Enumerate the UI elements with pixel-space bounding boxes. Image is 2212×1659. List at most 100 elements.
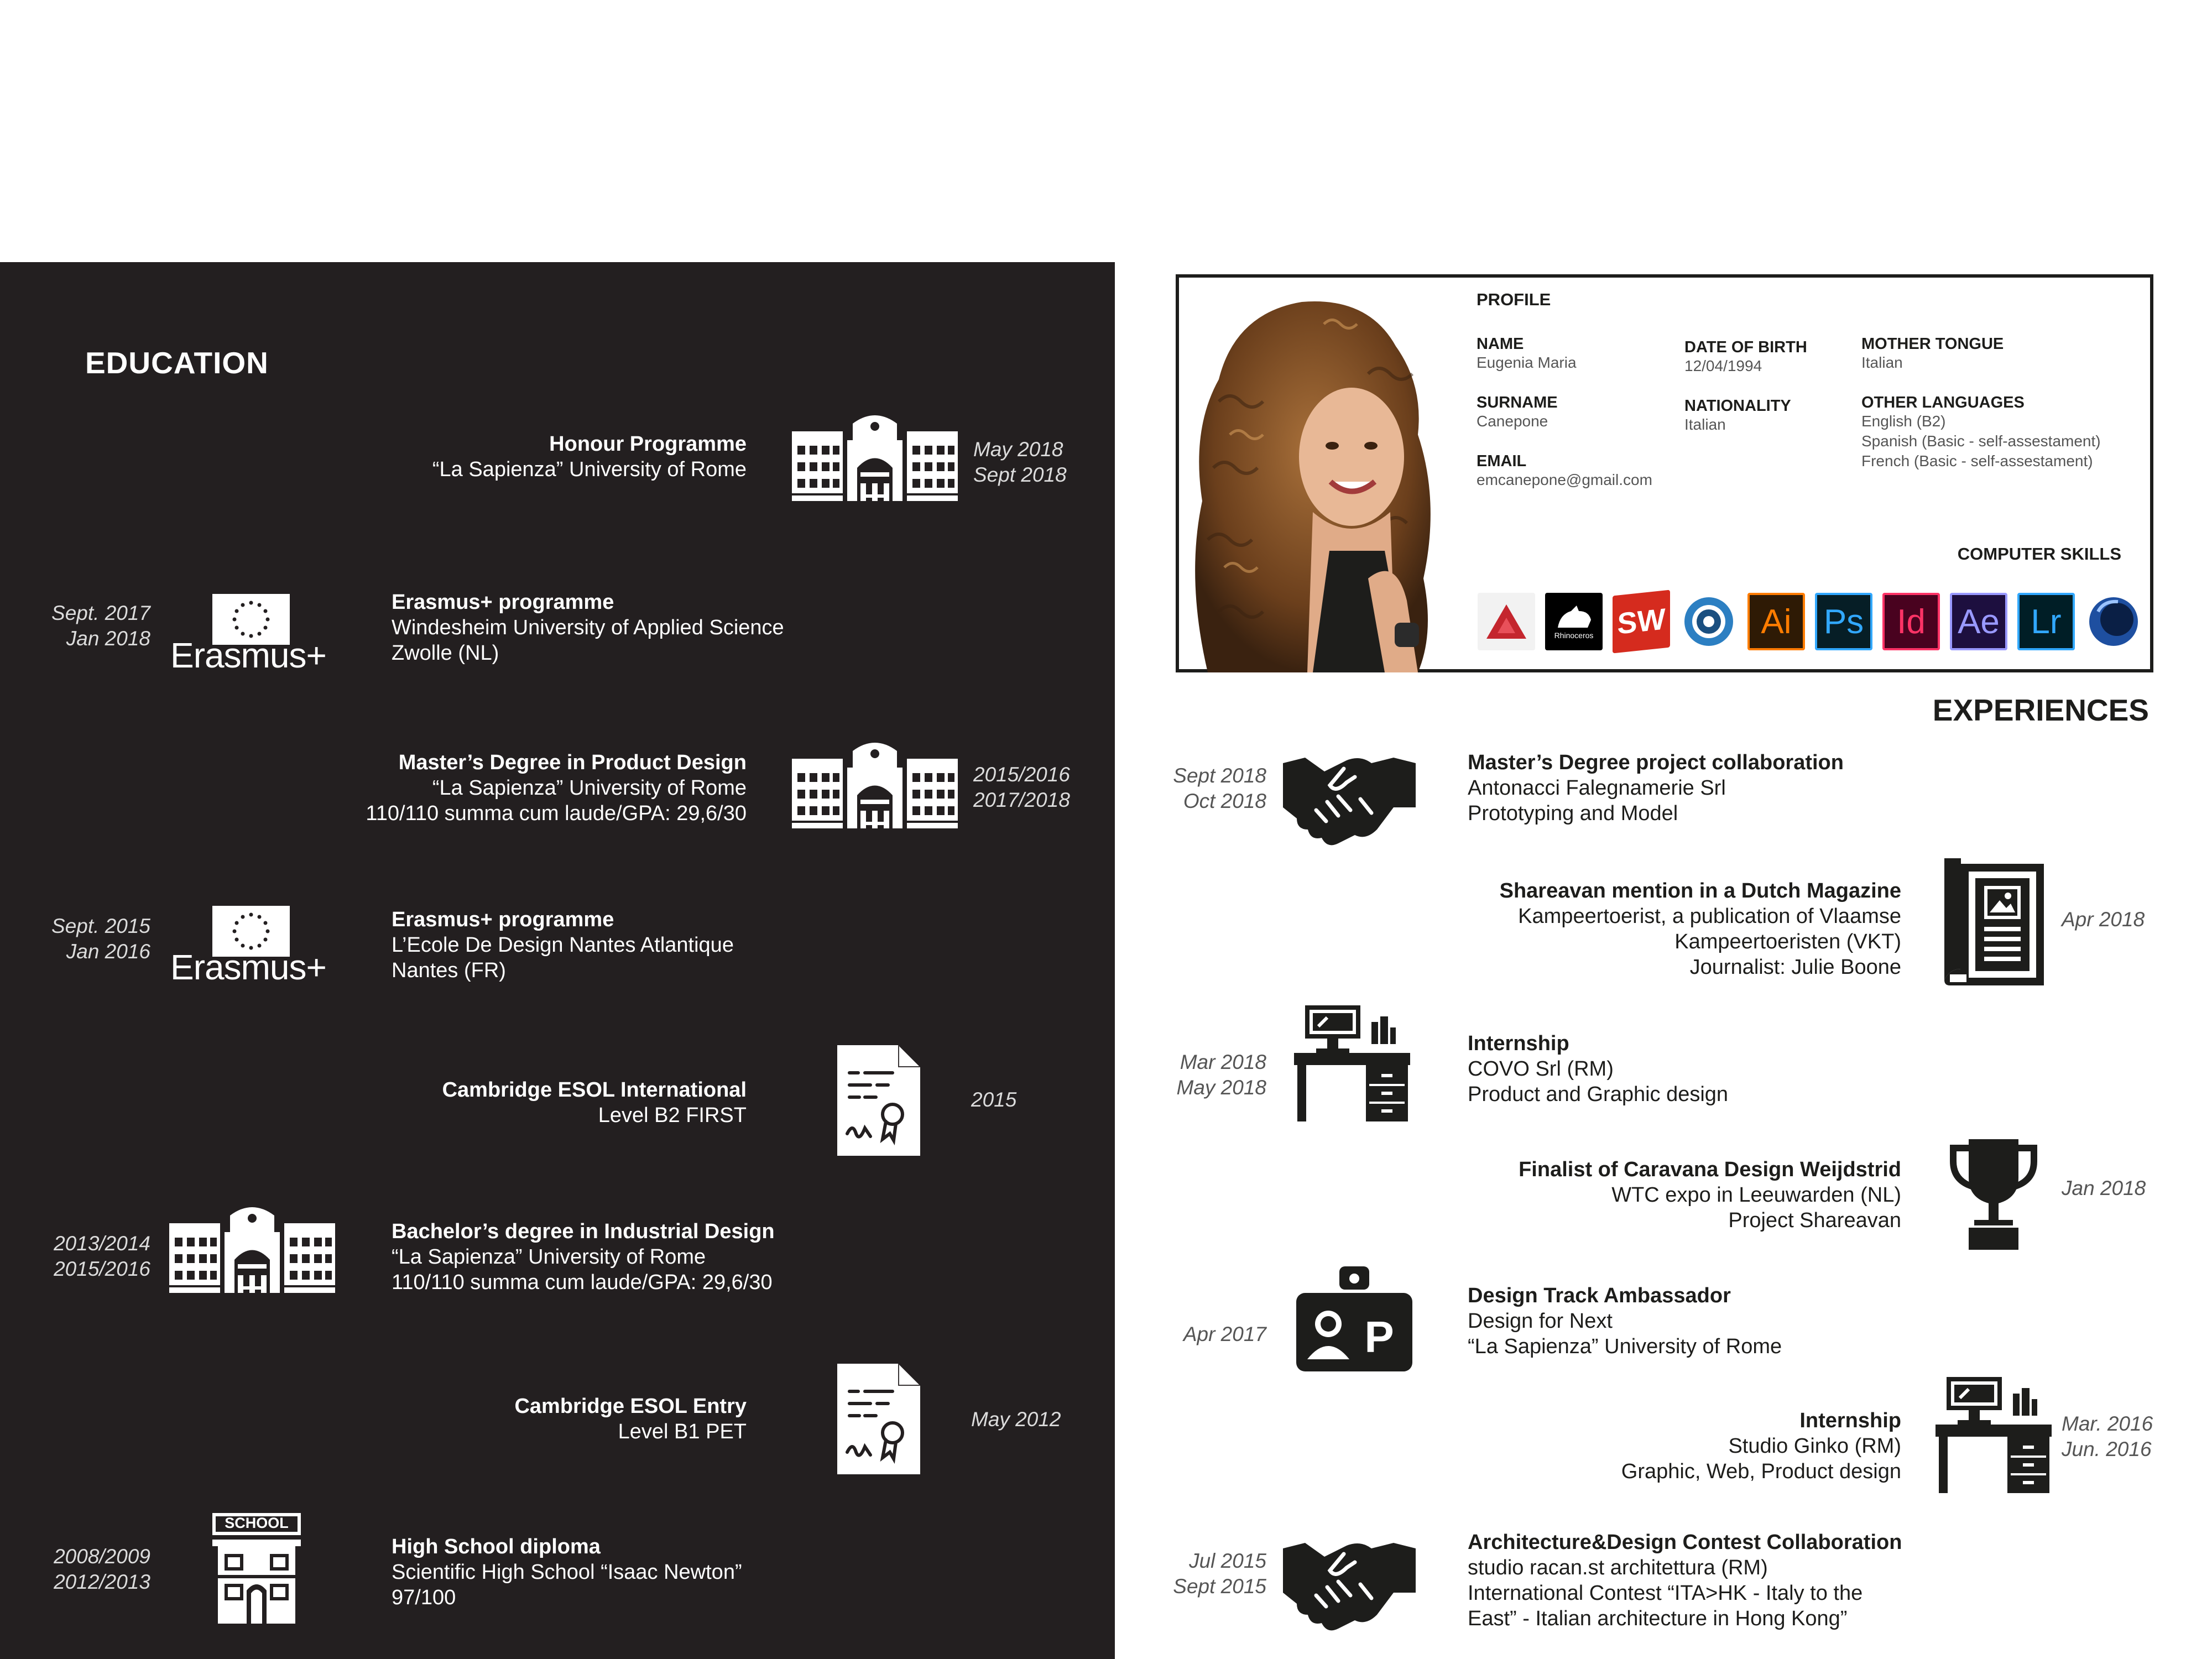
education-item-title: Bachelor’s degree in Industrial Design <box>392 1220 775 1243</box>
erasmus-logo: Erasmus+ <box>170 947 327 987</box>
date-start: 2008/2009 <box>54 1545 150 1568</box>
mother-tongue-label: MOTHER TONGUE <box>1861 335 2004 353</box>
experience-item-contest: Architecture&Design Contest Collaboratio… <box>1468 1530 2076 1631</box>
education-item-title: Cambridge ESOL Entry <box>514 1395 747 1418</box>
date-start: 2013/2014 <box>54 1232 150 1255</box>
experience-item-line: Journalist: Julie Boone <box>1689 956 1901 979</box>
experience-item-line: East” - Italian architecture in Hong Kon… <box>1468 1607 1848 1630</box>
lightroom-icon: Lr <box>2017 593 2075 650</box>
education-item-title: Master’s Degree in Product Design <box>398 751 747 774</box>
date-start: May 2012 <box>971 1408 1061 1431</box>
date-start: Apr 2017 <box>1183 1323 1266 1345</box>
date-start: Apr 2018 <box>2062 908 2145 931</box>
education-item-line: Windesheim University of Applied Science <box>392 616 784 639</box>
date-start: Sept. 2017 <box>51 602 150 624</box>
profile-card: PROFILE NAME Eugenia Maria SURNAME Canep… <box>1176 274 2153 672</box>
experiences-heading: EXPERIENCES <box>1932 693 2149 727</box>
education-item-line: Nantes (FR) <box>392 959 506 982</box>
education-item-title: Cambridge ESOL International <box>442 1078 747 1102</box>
education-heading: EDUCATION <box>85 346 269 380</box>
experience-item-ambassador: Design Track Ambassador Design for Next … <box>1468 1283 2076 1359</box>
date-end: May 2018 <box>1176 1076 1267 1099</box>
experience-item-title: Architecture&Design Contest Collaboratio… <box>1468 1531 1902 1554</box>
indesign-icon: Id <box>1882 593 1940 650</box>
nationality-value: Italian <box>1684 416 1726 433</box>
education-item-dates: May 2012 <box>971 1407 1061 1432</box>
rhinoceros-label: Rhinoceros <box>1554 631 1594 640</box>
university-icon <box>792 729 958 828</box>
magazine-icon <box>1944 858 2044 985</box>
education-item-cambridge-pet: Cambridge ESOL Entry Level B1 PET <box>249 1394 747 1444</box>
experience-item-title: Shareavan mention in a Dutch Magazine <box>1499 879 1901 902</box>
education-item-title: Erasmus+ programme <box>392 591 614 614</box>
experience-item-line: Kampeertoerist, a publication of Vlaamse <box>1518 905 1901 928</box>
education-item-line: “La Sapienza” University of Rome <box>432 458 747 481</box>
date-start: Mar 2018 <box>1180 1051 1266 1073</box>
date-end: 2017/2018 <box>973 789 1070 811</box>
dob-value: 12/04/1994 <box>1684 357 1762 374</box>
language-item: English (B2) <box>1861 413 1946 430</box>
handshake-icon <box>1283 1532 1416 1631</box>
experience-item-line: WTC expo in Leeuwarden (NL) <box>1611 1183 1901 1207</box>
education-item-dates: 2013/2014 2015/2016 <box>33 1231 150 1282</box>
university-icon <box>169 1193 335 1293</box>
illustrator-icon: Ai <box>1747 593 1805 650</box>
experience-item-dates: Mar 2018 May 2018 <box>1161 1050 1267 1100</box>
desk-icon <box>1294 1005 1410 1121</box>
education-item-line: “La Sapienza” University of Rome <box>392 1245 706 1269</box>
language-item: Spanish (Basic - self-assestament) <box>1861 432 2101 450</box>
experience-item-line: Product and Graphic design <box>1468 1083 1729 1106</box>
trophy-icon <box>1947 1139 2041 1250</box>
certificate-icon <box>837 1364 920 1474</box>
education-item-line: 97/100 <box>392 1586 456 1609</box>
experience-item-dates: Sept 2018 Oct 2018 <box>1161 763 1266 814</box>
date-start: Sept 2018 <box>1173 764 1266 787</box>
date-end: Jun. 2016 <box>2062 1438 2152 1460</box>
experience-item-magazine: Shareavan mention in a Dutch Magazine Ka… <box>1293 878 1901 980</box>
education-item-line: L’Ecole De Design Nantes Atlantique <box>392 933 734 957</box>
dob-label: DATE OF BIRTH <box>1684 338 1807 356</box>
date-end: Sept 2015 <box>1173 1575 1266 1598</box>
education-item-title: Honour Programme <box>549 432 747 456</box>
experience-item-dates: Apr 2017 <box>1161 1322 1266 1347</box>
email-label: EMAIL <box>1477 452 1527 470</box>
education-item-line: Level B1 PET <box>618 1420 747 1443</box>
education-item-dates: Sept. 2017 Jan 2018 <box>33 601 150 651</box>
education-item-title: Erasmus+ programme <box>392 908 614 931</box>
name-label: NAME <box>1477 335 1524 353</box>
handshake-icon <box>1283 747 1416 846</box>
education-item-dates: Sept. 2015 Jan 2016 <box>33 914 150 964</box>
date-start: Mar. 2016 <box>2062 1412 2153 1435</box>
date-end: 2012/2013 <box>54 1571 150 1593</box>
profile-photo <box>1195 301 1431 672</box>
education-item-erasmus-nantes: Erasmus+ programme L’Ecole De Design Nan… <box>392 907 889 983</box>
date-end: Sept 2018 <box>973 463 1067 486</box>
experience-item-line: Antonacci Falegnamerie Srl <box>1468 776 1726 800</box>
education-item-line: 110/110 summa cum laude/GPA: 29,6/30 <box>392 1271 773 1294</box>
education-item-dates: May 2018 Sept 2018 <box>973 437 1067 488</box>
education-item-dates: 2015/2016 2017/2018 <box>973 762 1070 813</box>
erasmus-logo: Erasmus+ <box>170 635 327 675</box>
cinema4d-icon <box>2085 593 2142 650</box>
nationality-label: NATIONALITY <box>1684 397 1791 415</box>
name-value: Eugenia Maria <box>1477 354 1577 371</box>
language-item: French (Basic - self-assestament) <box>1861 452 2093 469</box>
date-end: Oct 2018 <box>1183 790 1266 812</box>
experience-item-dates: Apr 2018 <box>2062 907 2145 932</box>
education-item-line: Level B2 FIRST <box>598 1104 747 1127</box>
certificate-icon <box>837 1045 920 1156</box>
profile-heading: PROFILE <box>1477 290 1551 309</box>
education-item-master: Master’s Degree in Product Design “La Sa… <box>194 750 747 826</box>
education-item-title: High School diploma <box>392 1535 601 1558</box>
education-item-highschool: High School diploma Scientific High Scho… <box>392 1534 945 1610</box>
experience-item-line: Kampeertoeristen (VKT) <box>1674 930 1901 953</box>
university-icon <box>792 401 958 501</box>
aftereffects-icon: Ae <box>1950 593 2007 650</box>
surname-label: SURNAME <box>1477 394 1558 411</box>
experience-item-dates: Jan 2018 <box>2062 1176 2146 1201</box>
desk-icon <box>1936 1377 2052 1493</box>
education-item-dates: 2015 <box>971 1087 1016 1113</box>
date-end: Jan 2018 <box>66 627 150 650</box>
experience-item-title: Finalist of Caravana Design Weijdstrid <box>1519 1158 1901 1181</box>
experience-item-title: Design Track Ambassador <box>1468 1284 1731 1307</box>
